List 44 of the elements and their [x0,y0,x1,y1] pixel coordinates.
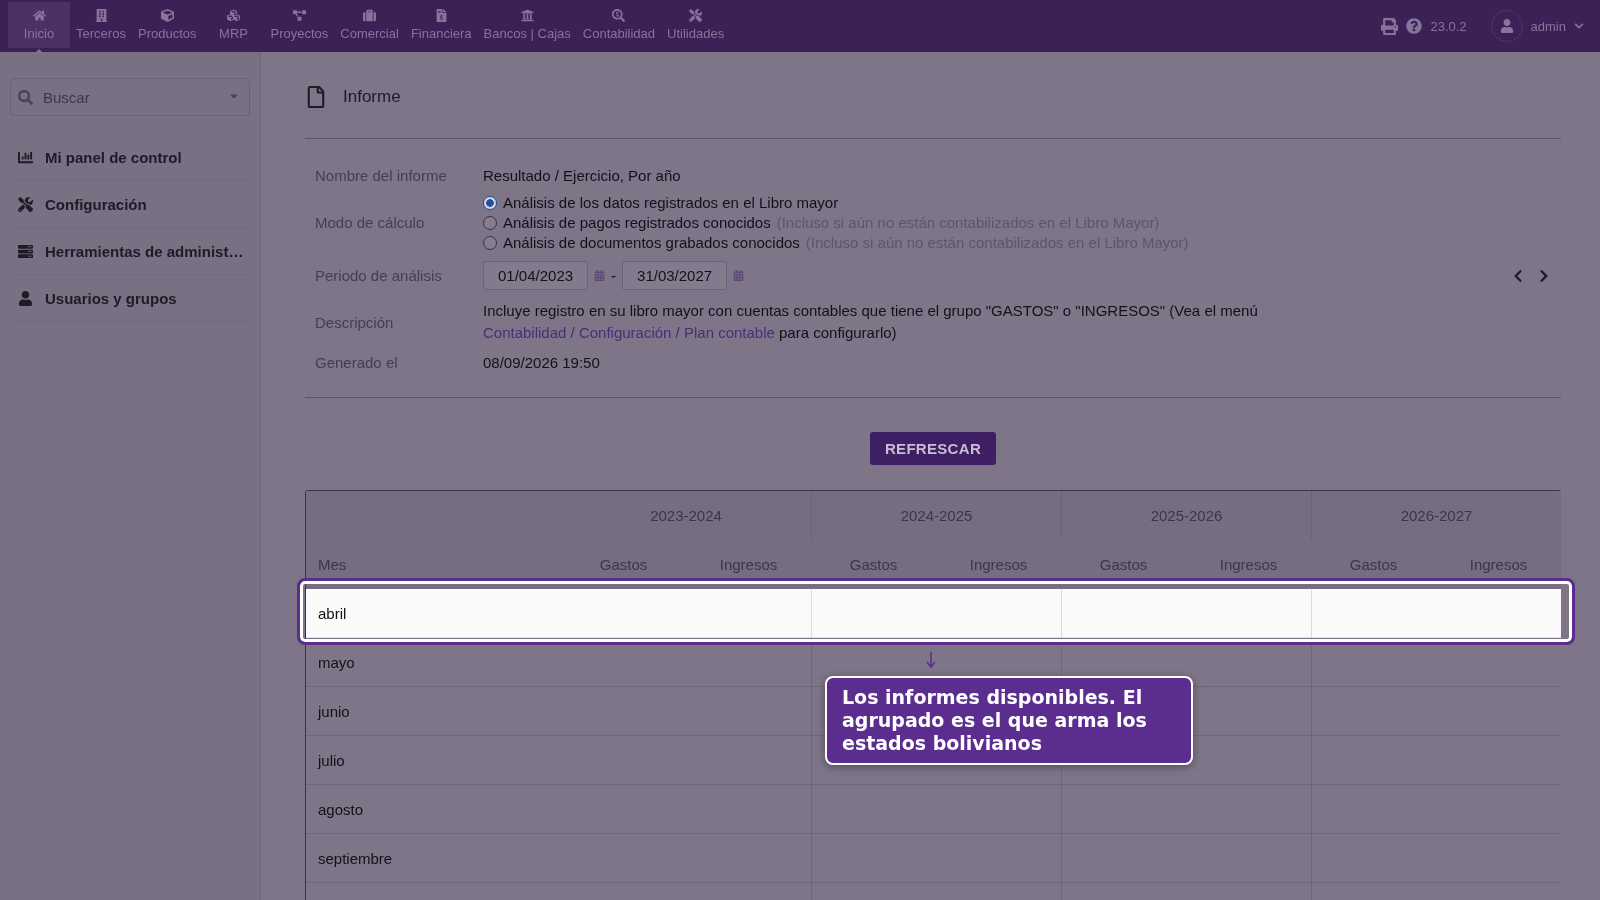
radio-label: Análisis de documentos grabados conocidos [503,234,800,251]
menu-tab[interactable]: Comercial [334,2,405,48]
year-header: 2026-2027 [1311,491,1561,539]
month-cell: septiembre [318,849,393,867]
year-header: 2025-2026 [1061,491,1311,539]
field-label: Descripción [315,313,395,331]
report-name: Resultado / Ejercicio, Por año [483,167,682,184]
menu-link[interactable]: Contabilidad / Configuración / Plan contable [483,324,775,341]
sidebar-item[interactable]: Mi panel de control [10,134,250,181]
tour-tooltip: Los informes disponibles. El agrupado es el que arma los estados bolivianos [825,676,1193,765]
month-cell: abril [306,589,561,638]
menu-tab[interactable]: Utilidades [661,2,731,48]
menu-tab[interactable]: Proyectos [264,2,335,48]
field-label: Periodo de análisis [315,267,443,284]
user-name[interactable]: admin [1530,18,1566,34]
radio-label: Análisis de los datos registrados en el Libro mayor [503,194,839,211]
menu-tab[interactable]: Contabilidad [576,2,662,48]
menu-tab[interactable]: MRP [202,2,265,48]
menu-tab[interactable]: Financiera [404,2,478,48]
refresh-button[interactable]: REFRESCAR [869,432,996,465]
menu-tab[interactable]: Terceros [70,2,132,48]
field-label: Nombre del informe [315,167,448,184]
generated-date: 08/09/2026 19:50 [483,354,601,371]
field-label: Generado el [315,354,399,371]
date-field[interactable]: 01/04/2023 [483,261,589,290]
date-field[interactable]: 31/03/2027 [622,261,728,290]
page-title: Informe [343,87,401,107]
description-text: Incluye registro en su libro mayor con cuentas contables que tiene el grupo "GASTOS" o "INGRESOS" (Vea el menú Contabilidad / Configuración / Plan contable para configurarlo) [483,301,1259,343]
date-separator: - [611,267,617,284]
month-cell: junio [318,702,350,720]
sidebar-item[interactable]: Usuarios y grupos [10,275,250,322]
field-label: Modo de cálculo [315,214,426,231]
month-cell: agosto [318,800,364,818]
menu-tab[interactable]: Bancos | Cajas [477,2,577,48]
version-text: 23.0.2 [1430,18,1467,34]
month-cell: julio [318,751,345,769]
month-cell: mayo [318,653,355,671]
menu-tab[interactable]: Productos [132,2,203,48]
sidebar-item[interactable]: Herramientas de administ… [10,228,250,275]
year-header: 2024-2025 [811,491,1061,539]
search-field[interactable]: Buscar [10,78,250,116]
radio-label: Análisis de pagos registrados conocidos [503,214,771,231]
sidebar-item[interactable]: Configuración [10,181,250,228]
year-header: 2023-2024 [561,491,811,539]
